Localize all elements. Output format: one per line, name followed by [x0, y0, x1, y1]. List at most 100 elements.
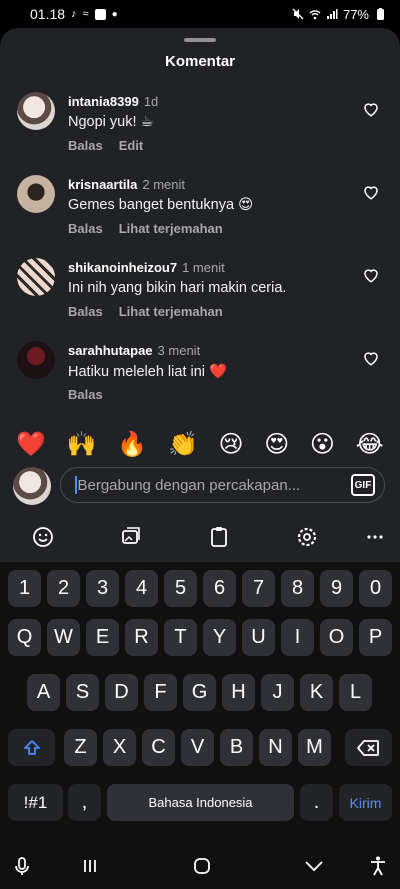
- comment-username[interactable]: krisnaartila: [68, 177, 137, 192]
- comment-username[interactable]: intania8399: [68, 94, 139, 109]
- key-r[interactable]: R: [125, 619, 158, 656]
- emoji-heart-button[interactable]: ❤️: [16, 430, 46, 459]
- emoji-icon[interactable]: [29, 523, 57, 551]
- like-heart-icon[interactable]: [362, 349, 380, 367]
- key-m[interactable]: M: [298, 729, 331, 766]
- emoji-clap-button[interactable]: 👏: [168, 430, 198, 459]
- emoji-heart-eyes-button[interactable]: 😍: [264, 430, 289, 459]
- key-k[interactable]: K: [300, 674, 333, 711]
- comment-time: 2 menit: [142, 177, 186, 192]
- key-q[interactable]: Q: [8, 619, 41, 656]
- key-4[interactable]: 4: [125, 570, 158, 607]
- see-translation-button[interactable]: Lihat terjemahan: [119, 304, 223, 319]
- comment-item: sarahhutapae 3 menit Hatiku meleleh liat …: [0, 341, 400, 421]
- reply-button[interactable]: Balas: [68, 387, 103, 402]
- key-7[interactable]: 7: [242, 570, 275, 607]
- key-c[interactable]: C: [142, 729, 175, 766]
- see-translation-button[interactable]: Lihat terjemahan: [119, 221, 223, 236]
- emoji-surprised-button[interactable]: 😮: [310, 430, 335, 459]
- emoji-crying-button[interactable]: 😢: [219, 430, 244, 459]
- like-heart-icon[interactable]: [362, 266, 380, 284]
- key-s[interactable]: S: [66, 674, 99, 711]
- avatar[interactable]: [17, 258, 55, 296]
- key-n[interactable]: N: [259, 729, 292, 766]
- hide-keyboard-icon[interactable]: [302, 854, 326, 878]
- key-z[interactable]: Z: [64, 729, 97, 766]
- comment-item: intania8399 1d Ngopi yuk! ☕ Balas Edit: [0, 92, 400, 172]
- more-options-icon[interactable]: [361, 523, 389, 551]
- key-t[interactable]: T: [164, 619, 197, 656]
- gif-button[interactable]: GIF: [351, 474, 375, 496]
- comment-username[interactable]: sarahhutapae: [68, 343, 153, 358]
- key-f[interactable]: F: [144, 674, 177, 711]
- comment-time: 1d: [143, 94, 159, 109]
- key-g[interactable]: G: [183, 674, 216, 711]
- like-heart-icon[interactable]: [362, 183, 380, 201]
- accessibility-icon[interactable]: [366, 854, 390, 878]
- edit-button[interactable]: Edit: [119, 138, 144, 153]
- emoji-fire-button[interactable]: 🔥: [117, 430, 147, 459]
- key-d[interactable]: D: [105, 674, 138, 711]
- key-x[interactable]: X: [103, 729, 136, 766]
- shift-key[interactable]: [8, 729, 55, 766]
- microphone-icon[interactable]: [10, 854, 34, 878]
- comment-text: Gemes banget bentuknya 😍: [68, 197, 254, 213]
- key-p[interactable]: P: [359, 619, 392, 656]
- key-u[interactable]: U: [242, 619, 275, 656]
- reply-button[interactable]: Balas: [68, 304, 103, 319]
- space-bar[interactable]: Bahasa Indonesia: [107, 784, 294, 821]
- comma-key[interactable]: ,: [68, 784, 101, 821]
- send-key[interactable]: Kirim: [339, 784, 392, 821]
- emoji-laughing-button[interactable]: 😂: [356, 430, 384, 459]
- comment-text: Hatiku meleleh liat ini ❤️: [68, 364, 228, 380]
- key-v[interactable]: V: [181, 729, 214, 766]
- key-9[interactable]: 9: [320, 570, 353, 607]
- comment-text: Ngopi yuk! ☕: [68, 114, 154, 130]
- key-h[interactable]: H: [222, 674, 255, 711]
- sheet-drag-handle[interactable]: [184, 38, 216, 42]
- clipboard-icon[interactable]: [205, 523, 233, 551]
- comment-time: 1 menit: [182, 260, 225, 275]
- backspace-key[interactable]: [345, 729, 392, 766]
- avatar[interactable]: [17, 92, 55, 130]
- recent-apps-icon[interactable]: [78, 854, 102, 878]
- key-2[interactable]: 2: [47, 570, 80, 607]
- tiktok-notification-icon: ♪: [71, 8, 77, 20]
- comment-item: shikanoinheizou7 1 menit Ini nih yang bik…: [0, 258, 400, 338]
- key-j[interactable]: J: [261, 674, 294, 711]
- key-w[interactable]: W: [47, 619, 80, 656]
- signature-notification-icon: ≈: [82, 8, 89, 20]
- emoji-raising-hands-button[interactable]: 🙌: [67, 430, 97, 459]
- my-avatar: [13, 467, 51, 505]
- reply-button[interactable]: Balas: [68, 221, 103, 236]
- key-1[interactable]: 1: [8, 570, 41, 607]
- comment-item: krisnaartila 2 menit Gemes banget bentukn…: [0, 175, 400, 255]
- battery-icon: [377, 8, 384, 20]
- key-o[interactable]: O: [320, 619, 353, 656]
- key-l[interactable]: L: [339, 674, 372, 711]
- key-5[interactable]: 5: [164, 570, 197, 607]
- key-6[interactable]: 6: [203, 570, 236, 607]
- key-8[interactable]: 8: [281, 570, 314, 607]
- key-y[interactable]: Y: [203, 619, 236, 656]
- comment-input-placeholder: Bergabung dengan percakapan...: [77, 476, 301, 494]
- key-e[interactable]: E: [86, 619, 119, 656]
- image-search-icon[interactable]: [117, 523, 145, 551]
- avatar[interactable]: [17, 175, 55, 213]
- key-a[interactable]: A: [27, 674, 60, 711]
- key-b[interactable]: B: [220, 729, 253, 766]
- comment-input[interactable]: Bergabung dengan percakapan... GIF: [60, 467, 385, 503]
- key-i[interactable]: I: [281, 619, 314, 656]
- key-3[interactable]: 3: [86, 570, 119, 607]
- like-heart-icon[interactable]: [362, 100, 380, 118]
- reply-button[interactable]: Balas: [68, 138, 103, 153]
- period-key[interactable]: .: [300, 784, 333, 821]
- home-icon[interactable]: [190, 854, 214, 878]
- avatar[interactable]: [17, 341, 55, 379]
- comment-username[interactable]: shikanoinheizou7: [68, 260, 177, 275]
- settings-gear-icon[interactable]: [293, 523, 321, 551]
- symbols-key[interactable]: !#1: [8, 784, 63, 821]
- text-cursor: [75, 476, 77, 494]
- key-0[interactable]: 0: [359, 570, 392, 607]
- check-notification-icon: [94, 8, 106, 20]
